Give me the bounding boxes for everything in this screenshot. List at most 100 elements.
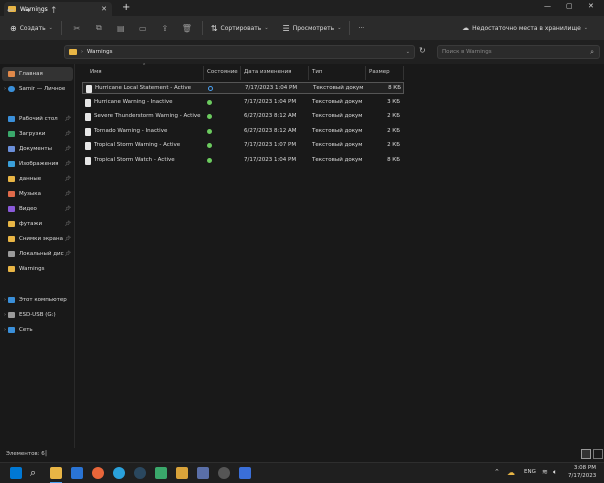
start-icon[interactable] [10,467,22,479]
column-type[interactable]: Тип [312,69,323,75]
details-view-icon[interactable] [581,449,591,459]
table-row[interactable]: Hurricane Warning - Inactive 7/17/2023 1:… [82,97,404,109]
column-name[interactable]: Имя [90,69,102,75]
sidebar-item-desktop[interactable]: Рабочий стол 📌︎ [8,113,74,125]
column-date[interactable]: Дата изменения [244,69,291,75]
breadcrumb-chevron-icon: › [81,49,83,55]
status-divider: | [45,450,48,457]
up-icon[interactable]: ↑ [50,6,58,16]
copy-icon[interactable]: ⧉ [88,23,110,33]
chevron-down-icon: ⌄ [337,25,342,31]
tab-warnings[interactable]: Warnings ✕ [4,2,112,16]
column-divider[interactable] [203,66,204,80]
clock-date[interactable]: 7/17/2023 [568,473,596,479]
table-row[interactable]: Hurricane Local Statement - Active 7/17/2… [82,82,404,94]
column-divider[interactable] [308,66,309,80]
pin-icon[interactable]: 📌︎ [65,236,71,242]
pin-icon[interactable]: 📌︎ [65,191,71,197]
clock-time[interactable]: 3:08 PM [568,465,596,471]
pin-icon[interactable]: 📌︎ [65,146,71,152]
table-row[interactable]: Severe Thunderstorm Warning - Active 6/27… [82,111,404,123]
delete-icon[interactable]: 🗑︎ [176,24,198,33]
weather-icon[interactable]: ☁ [507,468,515,477]
refresh-icon[interactable]: ↻ [419,46,426,55]
sidebar-item-downloads[interactable]: Загрузки 📌︎ [8,128,74,140]
pin-icon[interactable]: 📌︎ [65,161,71,167]
pin-icon[interactable]: 📌︎ [65,251,71,257]
column-size[interactable]: Размер [369,69,390,75]
sidebar-item-footage[interactable]: футажи 📌︎ [8,218,74,230]
sidebar-item-label: Главная [19,71,43,77]
sidebar-item-pictures[interactable]: Изображения 📌︎ [8,158,74,170]
sidebar-item-warnings[interactable]: Warnings [8,263,74,275]
view-button[interactable]: ☰ Просмотреть ⌄ [279,19,346,37]
sidebar-item-usb[interactable]: › ESD-USB (G:) [4,309,74,321]
sidebar-item-local-disk[interactable]: Локальный дис 📌︎ [8,248,74,260]
telegram-icon[interactable] [113,467,125,479]
sidebar-item-onedrive[interactable]: › Samir — Личное [4,83,74,95]
column-status[interactable]: Состояние [207,69,238,75]
table-row[interactable]: Tropical Storm Warning - Active 7/17/2023… [82,140,404,152]
address-bar[interactable]: › Warnings ⌄ [64,45,415,59]
pin-icon[interactable]: 📌︎ [65,206,71,212]
sidebar-item-this-pc[interactable]: › Этот компьютер [4,294,74,306]
expand-chevron-icon[interactable]: › [4,297,6,303]
volume-icon[interactable]: 🔈︎ [553,468,557,477]
tray-chevron-icon[interactable]: ⌃ [494,468,500,476]
sidebar-item-music[interactable]: Музыка 📌︎ [8,188,74,200]
sidebar-item-network[interactable]: › Сеть [4,324,74,336]
sidebar-item-data[interactable]: данные 📌︎ [8,173,74,185]
tiles-view-icon[interactable] [593,449,603,459]
paste-icon[interactable]: ▤ [110,24,132,33]
table-row[interactable]: Tropical Storm Watch - Active 7/17/2023 1… [82,155,404,167]
column-divider[interactable] [365,66,366,80]
storage-warning-button[interactable]: ☁ Недостаточно места в хранилище ⌄ [458,19,592,37]
app-blue-icon[interactable] [239,467,251,479]
firefox-icon[interactable] [92,467,104,479]
column-divider[interactable] [240,66,241,80]
pin-icon[interactable]: 📌︎ [65,221,71,227]
share-icon[interactable]: ⇪ [154,24,176,33]
history-chevron-icon[interactable]: ⌄ [37,8,42,15]
address-dropdown-icon[interactable]: ⌄ [406,49,410,55]
column-headers: ⌃ Имя Состояние Дата изменения Тип Разме… [82,63,404,80]
sort-button[interactable]: ⇅ Сортировать ⌄ [207,19,273,37]
column-divider[interactable] [403,66,404,80]
pin-icon[interactable]: 📌︎ [65,176,71,182]
search-icon[interactable]: ⌕ [30,466,36,480]
maximize-icon[interactable]: ▢ [566,2,573,10]
forward-icon[interactable]: → [23,6,31,16]
sort-icon: ⇅ [210,23,218,33]
wifi-icon[interactable]: ≋ [542,468,548,476]
back-icon[interactable]: ← [7,6,15,16]
app-orange-icon[interactable] [176,467,188,479]
rename-icon[interactable]: ▭ [132,24,154,33]
steam-icon[interactable] [134,467,146,479]
sidebar-item-label: Загрузки [19,131,46,137]
app-green-icon[interactable] [155,467,167,479]
expand-chevron-icon[interactable]: › [4,86,6,92]
expand-chevron-icon[interactable]: › [4,312,6,318]
app-notes-icon[interactable] [197,467,209,479]
file-explorer-icon[interactable] [50,467,62,479]
sidebar-item-videos[interactable]: Видео 📌︎ [8,203,74,215]
mail-icon[interactable] [71,467,83,479]
more-button[interactable]: ··· [354,19,368,37]
cut-icon[interactable]: ✂ [66,24,88,33]
pin-icon[interactable]: 📌︎ [65,131,71,137]
close-tab-icon[interactable]: ✕ [101,5,107,13]
pin-icon[interactable]: 📌︎ [65,116,71,122]
sidebar-item-screenshots[interactable]: Снимки экрана 📌︎ [8,233,74,245]
close-window-icon[interactable]: ✕ [588,2,594,10]
minimize-icon[interactable]: — [544,2,551,10]
new-tab-button[interactable]: + [122,2,130,13]
language-indicator[interactable]: ENG [524,469,536,475]
create-button[interactable]: ⊕ Создать ⌄ [6,19,57,37]
search-input[interactable]: Поиск в Warnings ⌕ [437,45,600,59]
sidebar-item-home[interactable]: Главная [8,68,74,80]
desktop-icon [8,116,15,122]
sidebar-item-documents[interactable]: Документы 📌︎ [8,143,74,155]
expand-chevron-icon[interactable]: › [4,327,6,333]
table-row[interactable]: Tornado Warning - Inactive 6/27/2023 8:12… [82,126,404,138]
app-settings-icon[interactable] [218,467,230,479]
